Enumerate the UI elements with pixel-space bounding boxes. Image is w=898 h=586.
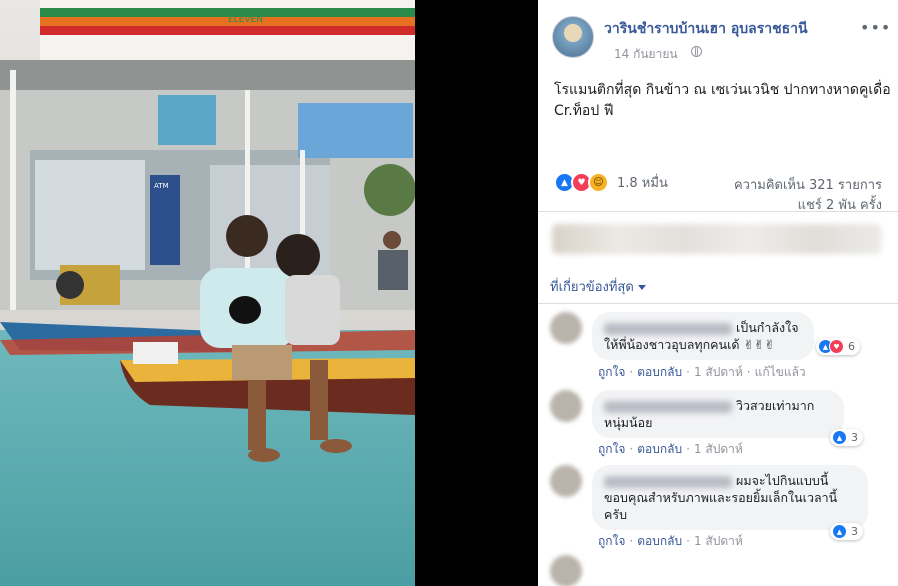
blurred-actions <box>552 224 882 254</box>
reaction-count: 1.8 หมื่น <box>617 176 668 191</box>
commenter-name-blurred[interactable] <box>604 400 732 413</box>
like-link[interactable]: ถูกใจ <box>598 534 625 548</box>
post-caption: โรแมนติกที่สุด กินข้าว ณ เซเว่นเวนิช ปาก… <box>554 82 891 119</box>
sign-text: ELEVEN <box>228 15 263 25</box>
lightbox-backdrop <box>415 0 538 586</box>
post-date-link[interactable]: 14 กันยายน <box>614 45 678 64</box>
haha-reaction-icon: ☺ <box>588 172 609 193</box>
comment-reactions[interactable]: ▲ 3 <box>830 429 863 446</box>
comment-actions: ถูกใจ · ตอบกลับ · 1 สัปดาห์ · แก้ไขแล้ว <box>598 365 806 379</box>
commenter-name-blurred[interactable] <box>604 322 732 335</box>
like-link[interactable]: ถูกใจ <box>598 442 625 456</box>
comment-time[interactable]: 1 สัปดาห์ <box>694 365 743 379</box>
atm-text: ATM <box>154 182 169 190</box>
comment-sort-dropdown[interactable]: ที่เกี่ยวข้องที่สุด <box>550 276 646 297</box>
reply-link[interactable]: ตอบกลับ <box>637 365 682 379</box>
comment-bubble: เป็นกำลังใจ ให้พี่น้องชาวอุบลทุกคนเด้ ✌✌… <box>592 312 814 360</box>
reply-link[interactable]: ตอบกลับ <box>637 534 682 548</box>
commenter-avatar[interactable] <box>550 465 582 497</box>
comments-count-link[interactable]: ความคิดเห็น 321 รายการ <box>734 174 882 195</box>
comment-bubble: วิวสวยเท่ามากหนุ่มน้อย <box>592 390 844 438</box>
reactions-summary[interactable]: ▲ ♥ ☺ 1.8 หมื่น <box>554 172 668 193</box>
like-link[interactable]: ถูกใจ <box>598 365 625 379</box>
comment-reactions[interactable]: ▲ 3 <box>830 523 863 540</box>
comment-reactions[interactable]: ▲ ♥ 6 <box>816 338 860 355</box>
commenter-name-blurred[interactable] <box>604 475 732 488</box>
post-panel: วารินชำราบบ้านเฮา อุบลราชธานี 14 กันยายน… <box>538 0 898 586</box>
comment-actions: ถูกใจ · ตอบกลับ · 1 สัปดาห์ <box>598 534 743 548</box>
comment-actions: ถูกใจ · ตอบกลับ · 1 สัปดาห์ <box>598 442 743 456</box>
comment-time[interactable]: 1 สัปดาห์ <box>694 442 743 456</box>
comment-reaction-count: 3 <box>851 431 858 444</box>
reply-link[interactable]: ตอบกลับ <box>637 442 682 456</box>
sort-label: ที่เกี่ยวข้องที่สุด <box>550 280 634 295</box>
commenter-avatar[interactable] <box>550 390 582 422</box>
comment-reaction-count: 6 <box>848 340 855 353</box>
page-name-link[interactable]: วารินชำราบบ้านเฮา อุบลราชธานี <box>604 18 808 40</box>
comment-reaction-count: 3 <box>851 525 858 538</box>
commenter-avatar[interactable] <box>550 555 582 586</box>
divider <box>538 303 898 304</box>
globe-icon <box>691 46 702 57</box>
comment-time[interactable]: 1 สัปดาห์ <box>694 534 743 548</box>
page-avatar[interactable] <box>552 16 594 58</box>
caret-down-icon <box>637 285 646 290</box>
photo-illustration: ELEVEN ATM <box>0 0 415 586</box>
post-photo[interactable]: ELEVEN ATM <box>0 0 415 586</box>
like-reaction-icon: ▲ <box>832 524 847 539</box>
edited-label[interactable]: แก้ไขแล้ว <box>755 365 806 379</box>
love-reaction-icon: ♥ <box>829 339 844 354</box>
comment-bubble: ผมจะไปกินแบบนี้ ขอบคุณสำหรับภาพและรอยยิ้… <box>592 465 868 530</box>
commenter-avatar[interactable] <box>550 312 582 344</box>
more-options-icon[interactable]: ••• <box>860 18 891 37</box>
like-reaction-icon: ▲ <box>832 430 847 445</box>
